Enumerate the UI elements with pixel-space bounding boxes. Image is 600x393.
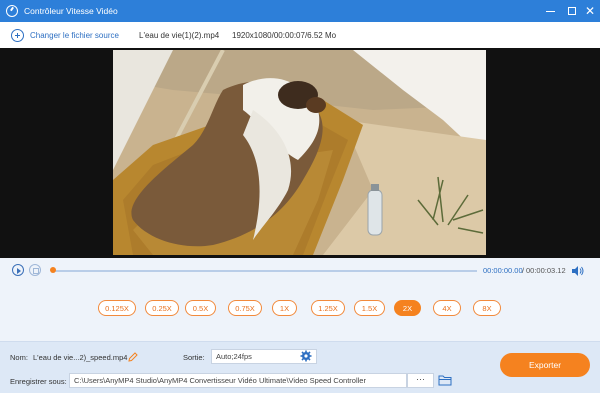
minimize-button[interactable]: [538, 0, 562, 22]
speed-option-button[interactable]: 8X: [473, 300, 501, 316]
time-separator: /: [522, 266, 525, 275]
source-toolbar: Changer le fichier source L'eau de vie(1…: [0, 22, 600, 48]
file-info: 1920x1080/00:00:07/6.52 Mo: [232, 31, 337, 40]
output-settings: Nom: L'eau de vie...2)_speed.mp4 Sortie:…: [0, 341, 600, 393]
speed-options: 0.125X 0.25X 0.5X 0.75X 1X 1.25X 1.5X 2X 4X 8X: [0, 284, 600, 334]
window-title: Contrôleur Vitesse Vidéo: [24, 6, 118, 16]
video-frame-image: [113, 50, 486, 255]
speed-option-button[interactable]: 1X: [272, 300, 297, 316]
plus-circle-icon: [11, 28, 24, 42]
output-name: L'eau de vie...2)_speed.mp4: [33, 353, 128, 362]
close-icon: ✕: [584, 4, 596, 18]
stop-button[interactable]: [29, 264, 41, 276]
volume-icon[interactable]: [572, 266, 584, 276]
speed-option-button[interactable]: 1.25X: [311, 300, 345, 316]
edit-icon[interactable]: [128, 352, 138, 362]
change-source-button[interactable]: Changer le fichier source: [11, 28, 119, 42]
play-button[interactable]: [12, 264, 24, 276]
browse-button[interactable]: ···: [407, 373, 434, 388]
change-source-label: Changer le fichier source: [30, 30, 119, 40]
total-time: 00:00:03.12: [526, 266, 566, 275]
speed-option-button[interactable]: 2X: [394, 300, 421, 316]
speed-option-button[interactable]: 0.25X: [145, 300, 179, 316]
sortie-label: Sortie:: [183, 353, 205, 362]
name-label: Nom:: [10, 353, 28, 362]
minimize-icon: [545, 10, 555, 12]
speed-option-button[interactable]: 0.5X: [185, 300, 216, 316]
player-controls: 00:00:00.00 / 00:00:03.12: [0, 258, 600, 284]
timeline-handle[interactable]: [50, 267, 56, 273]
save-path-field[interactable]: C:\Users\AnyMP4 Studio\AnyMP4 Convertiss…: [69, 373, 407, 388]
export-button[interactable]: Exporter: [500, 353, 590, 377]
save-label: Enregistrer sous:: [10, 377, 67, 386]
timeline-track[interactable]: [53, 269, 477, 272]
speed-option-button[interactable]: 4X: [433, 300, 461, 316]
file-name: L'eau de vie(1)(2).mp4: [139, 31, 220, 40]
app-speed-icon: [6, 5, 18, 17]
video-frame[interactable]: [113, 50, 486, 255]
title-bar: Contrôleur Vitesse Vidéo ✕: [0, 0, 600, 22]
speed-option-button[interactable]: 0.125X: [98, 300, 136, 316]
speed-option-button[interactable]: 0.75X: [228, 300, 262, 316]
gear-icon[interactable]: [300, 350, 312, 362]
speed-option-button[interactable]: 1.5X: [354, 300, 385, 316]
maximize-icon: [568, 7, 576, 15]
video-preview-area: [0, 48, 600, 258]
folder-icon[interactable]: [438, 374, 452, 386]
current-time: 00:00:00.00: [483, 266, 523, 275]
close-button[interactable]: ✕: [578, 0, 600, 22]
